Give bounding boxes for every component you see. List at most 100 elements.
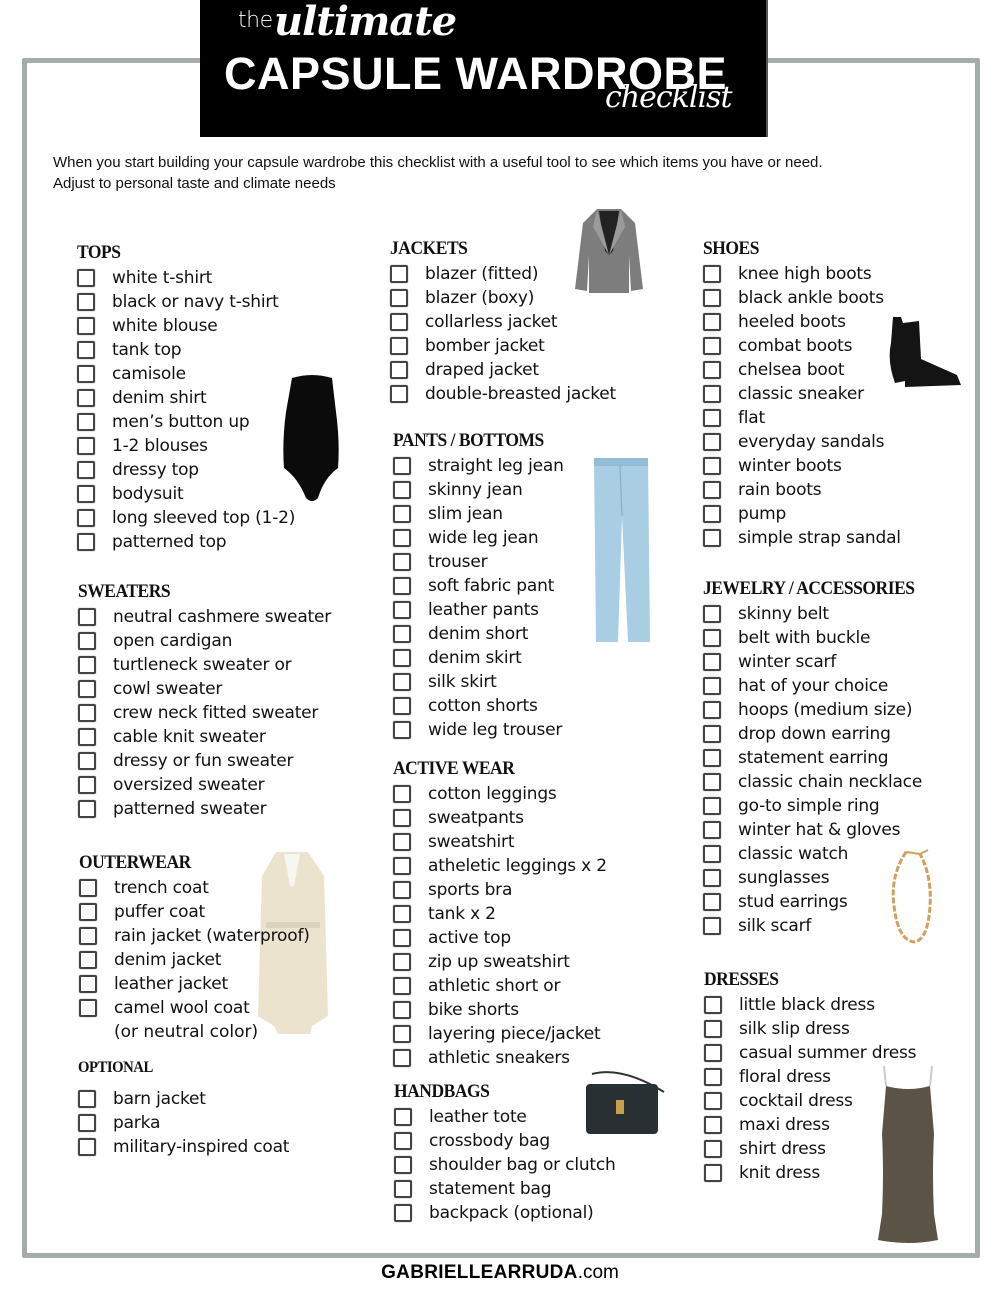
checkbox[interactable] [394, 1132, 412, 1150]
checklist-item[interactable]: slim jean [393, 502, 564, 526]
checkbox[interactable] [703, 677, 721, 695]
checkbox[interactable] [703, 725, 721, 743]
checkbox[interactable] [393, 881, 411, 899]
checklist-item[interactable]: turtleneck sweater or [78, 653, 331, 677]
checklist-item[interactable]: wide leg jean [393, 526, 564, 550]
checklist-item[interactable]: black ankle boots [703, 286, 901, 310]
checklist-item[interactable]: hat of your choice [703, 674, 933, 698]
checkbox[interactable] [79, 999, 97, 1017]
checkbox[interactable] [393, 649, 411, 667]
checkbox[interactable] [393, 553, 411, 571]
checkbox[interactable] [390, 265, 408, 283]
checklist-item[interactable]: dressy or fun sweater [78, 749, 331, 773]
checklist-item[interactable]: drop down earring [703, 722, 933, 746]
checkbox[interactable] [77, 461, 95, 479]
checkbox[interactable] [78, 632, 96, 650]
checkbox[interactable] [703, 749, 721, 767]
checkbox[interactable] [77, 293, 95, 311]
checkbox[interactable] [393, 577, 411, 595]
checklist-item[interactable]: go-to simple ring [703, 794, 933, 818]
checkbox[interactable] [704, 1116, 722, 1134]
checkbox[interactable] [78, 776, 96, 794]
checkbox[interactable] [703, 457, 721, 475]
checkbox[interactable] [78, 1138, 96, 1156]
checkbox[interactable] [703, 337, 721, 355]
checklist-item[interactable]: white t-shirt [77, 266, 295, 290]
checklist-item[interactable]: winter scarf [703, 650, 933, 674]
checkbox[interactable] [79, 879, 97, 897]
checklist-item[interactable]: bomber jacket [390, 334, 616, 358]
checklist-item[interactable]: shirt dress [704, 1137, 916, 1161]
checklist-item[interactable]: cable knit sweater [78, 725, 331, 749]
checklist-item[interactable]: black or navy t-shirt [77, 290, 295, 314]
checklist-item[interactable]: silk slip dress [704, 1017, 916, 1041]
checkbox[interactable] [703, 653, 721, 671]
checklist-item[interactable]: casual summer dress [704, 1041, 917, 1065]
checkbox[interactable] [393, 977, 411, 995]
checklist-item[interactable]: skinny belt [703, 602, 933, 626]
checklist-item[interactable]: double-breasted jacket [390, 382, 616, 406]
checkbox[interactable] [703, 289, 721, 307]
checkbox[interactable] [703, 605, 721, 623]
checkbox[interactable] [703, 313, 721, 331]
checkbox[interactable] [393, 929, 411, 947]
checkbox[interactable] [393, 1049, 411, 1067]
checklist-item[interactable]: military-inspired coat [78, 1135, 289, 1159]
checkbox[interactable] [393, 529, 411, 547]
checklist-item[interactable]: leather jacket [79, 972, 310, 996]
checkbox[interactable] [704, 996, 722, 1014]
checklist-item[interactable]: sunglasses [703, 866, 933, 890]
checkbox[interactable] [703, 409, 721, 427]
checklist-item[interactable]: dressy top [77, 458, 295, 482]
checkbox[interactable] [703, 433, 721, 451]
checklist-item[interactable]: classic watch [703, 842, 933, 866]
checkbox[interactable] [703, 505, 721, 523]
checklist-item[interactable]: zip up sweatshirt [393, 950, 607, 974]
checkbox[interactable] [390, 337, 408, 355]
checklist-item[interactable]: denim short [393, 622, 564, 646]
checkbox[interactable] [77, 389, 95, 407]
checklist-item[interactable]: denim shirt [77, 386, 295, 410]
checklist-item[interactable]: men’s button up [77, 410, 295, 434]
checkbox[interactable] [703, 821, 721, 839]
checklist-item[interactable]: crossbody bag [394, 1129, 616, 1153]
checkbox[interactable] [703, 385, 721, 403]
checkbox[interactable] [393, 905, 411, 923]
checklist-item[interactable]: heeled boots [703, 310, 901, 334]
checkbox[interactable] [394, 1204, 412, 1222]
checklist-item[interactable]: stud earrings [703, 890, 933, 914]
checkbox[interactable] [77, 317, 95, 335]
checklist-item[interactable]: active top [393, 926, 607, 950]
checkbox[interactable] [78, 728, 96, 746]
checklist-item[interactable]: puffer coat [79, 900, 310, 924]
checkbox[interactable] [703, 869, 721, 887]
checkbox[interactable] [390, 289, 408, 307]
checklist-item[interactable]: little black dress [704, 993, 916, 1017]
checklist-item[interactable]: straight leg jean [393, 454, 564, 478]
checklist-item[interactable]: collarless jacket [390, 310, 616, 334]
checkbox[interactable] [703, 893, 721, 911]
checklist-item[interactable]: bodysuit [77, 482, 295, 506]
checkbox[interactable] [393, 1001, 411, 1019]
checkbox[interactable] [394, 1180, 412, 1198]
checklist-item[interactable]: backpack (optional) [394, 1201, 616, 1225]
checkbox[interactable] [390, 385, 408, 403]
checklist-item[interactable]: sweatshirt [393, 830, 607, 854]
checkbox[interactable] [703, 845, 721, 863]
checklist-item[interactable]: camel wool coat [79, 996, 310, 1020]
checklist-item[interactable]: athletic short or [393, 974, 607, 998]
checkbox[interactable] [393, 601, 411, 619]
checklist-item[interactable]: barn jacket [78, 1087, 289, 1111]
checkbox[interactable] [77, 365, 95, 383]
checklist-item[interactable]: belt with buckle [703, 626, 933, 650]
checklist-item[interactable]: trench coat [79, 876, 310, 900]
checklist-item[interactable]: atheletic leggings x 2 [393, 854, 607, 878]
checkbox[interactable] [77, 269, 95, 287]
checkbox[interactable] [77, 437, 95, 455]
checklist-item[interactable]: neutral cashmere sweater [78, 605, 331, 629]
checklist-item[interactable]: cocktail dress [704, 1089, 916, 1113]
footer-brand[interactable]: GABRIELLEARRUDA.com [0, 1262, 1000, 1284]
checkbox[interactable] [703, 481, 721, 499]
checkbox[interactable] [393, 857, 411, 875]
checkbox[interactable] [77, 533, 95, 551]
